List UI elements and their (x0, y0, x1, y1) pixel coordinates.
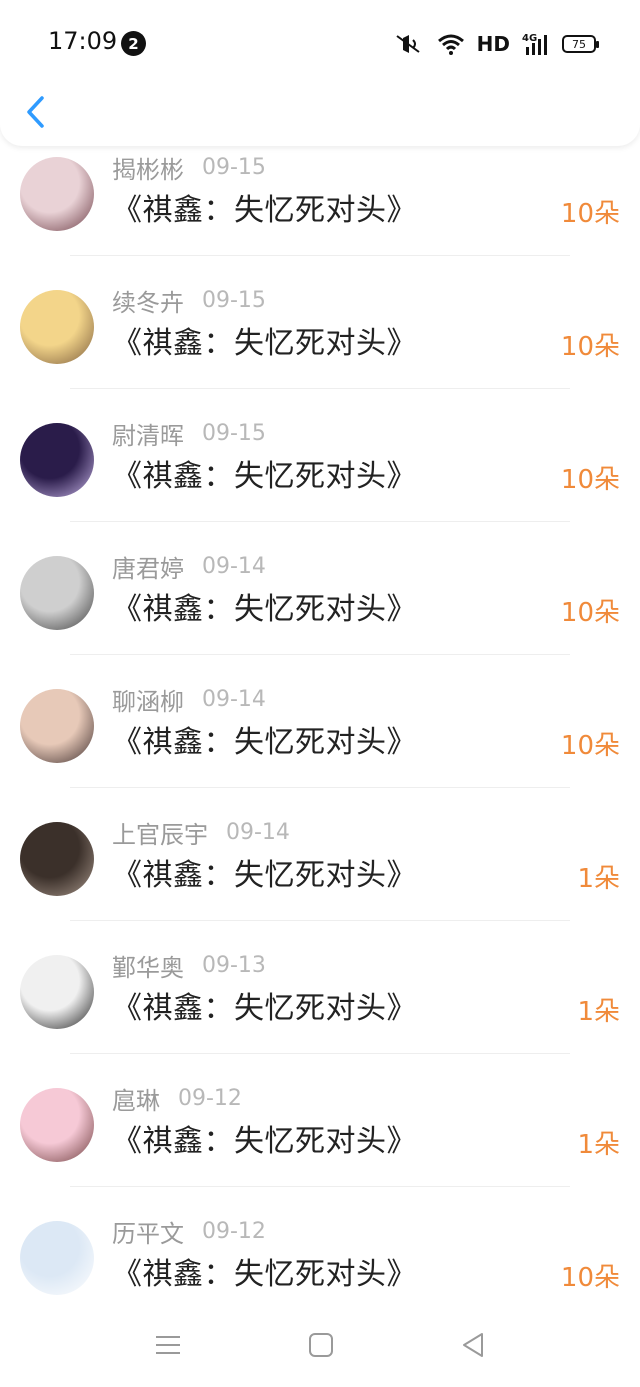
list-item[interactable]: 聊涵柳 09-14 《祺鑫：失忆死对头》 10朵 (0, 687, 640, 822)
divider (70, 1186, 570, 1187)
date-label: 09-14 (202, 686, 266, 712)
book-title: 《祺鑫：失忆死对头》 (112, 1257, 417, 1292)
book-title: 《祺鑫：失忆死对头》 (112, 991, 417, 1026)
svg-text:4G: 4G (522, 33, 537, 44)
gift-amount: 10朵 (560, 598, 620, 628)
user-name: 续冬卉 (112, 288, 184, 317)
user-name: 鄞华奥 (112, 953, 184, 982)
list-item[interactable]: 尉清晖 09-15 《祺鑫：失忆死对头》 10朵 (0, 421, 640, 556)
divider (70, 654, 570, 655)
home-square-icon[interactable] (306, 1330, 336, 1360)
gift-amount: 1朵 (577, 1130, 620, 1160)
list-item[interactable]: 鄞华奥 09-13 《祺鑫：失忆死对头》 1朵 (0, 953, 640, 1088)
user-name: 唐君婷 (112, 554, 184, 583)
user-name: 聊涵柳 (112, 687, 184, 716)
divider (70, 920, 570, 921)
signal-4g-icon: 4G (522, 33, 547, 55)
book-title: 《祺鑫：失忆死对头》 (112, 1124, 417, 1159)
book-title: 《祺鑫：失忆死对头》 (112, 858, 417, 893)
date-label: 09-14 (202, 553, 266, 579)
gift-amount: 10朵 (560, 465, 620, 495)
book-title: 《祺鑫：失忆死对头》 (112, 592, 417, 627)
name-line: 尉清晖 09-15 (112, 413, 266, 453)
back-triangle-icon[interactable] (458, 1330, 488, 1360)
avatar[interactable] (20, 1221, 94, 1295)
system-nav-bar (0, 1300, 640, 1387)
avatar[interactable] (20, 1088, 94, 1162)
user-name: 历平文 (112, 1219, 184, 1248)
divider (70, 1053, 570, 1054)
name-line: 揭彬彬 09-15 (112, 147, 266, 187)
list-item[interactable]: 唐君婷 09-14 《祺鑫：失忆死对头》 10朵 (0, 554, 640, 689)
name-line: 历平文 09-12 (112, 1211, 266, 1251)
gift-amount: 10朵 (560, 1263, 620, 1293)
user-name: 揭彬彬 (112, 155, 184, 184)
network-hd-label: HD (476, 32, 510, 56)
list-item[interactable]: 上官辰宇 09-14 《祺鑫：失忆死对头》 1朵 (0, 820, 640, 955)
avatar[interactable] (20, 157, 94, 231)
user-name: 尉清晖 (112, 421, 184, 450)
top-bar: 17:09 2 HD 4G 75 (0, 0, 640, 146)
book-title: 《祺鑫：失忆死对头》 (112, 459, 417, 494)
name-line: 聊涵柳 09-14 (112, 679, 266, 719)
wifi-icon (437, 34, 464, 55)
back-chevron-icon[interactable] (20, 92, 50, 132)
list-item[interactable]: 揭彬彬 09-15 《祺鑫：失忆死对头》 10朵 (0, 155, 640, 290)
name-line: 唐君婷 09-14 (112, 546, 266, 586)
user-name: 上官辰宇 (112, 820, 208, 849)
date-label: 09-12 (202, 1218, 266, 1244)
date-label: 09-15 (202, 287, 266, 313)
list-item[interactable]: 扈琳 09-12 《祺鑫：失忆死对头》 1朵 (0, 1086, 640, 1221)
book-title: 《祺鑫：失忆死对头》 (112, 193, 417, 228)
book-title: 《祺鑫：失忆死对头》 (112, 326, 417, 361)
name-line: 扈琳 09-12 (112, 1078, 242, 1118)
avatar[interactable] (20, 955, 94, 1029)
gift-list: 揭彬彬 09-15 《祺鑫：失忆死对头》 10朵 续冬卉 09-15 《祺鑫：失忆死对头》 1… (0, 0, 640, 1300)
date-label: 09-14 (226, 819, 290, 845)
gift-amount: 10朵 (560, 332, 620, 362)
status-time: 17:09 (48, 27, 118, 55)
divider (70, 255, 570, 256)
divider (70, 388, 570, 389)
date-label: 09-12 (178, 1085, 242, 1111)
name-line: 鄞华奥 09-13 (112, 945, 266, 985)
avatar[interactable] (20, 822, 94, 896)
menu-icon[interactable] (153, 1330, 183, 1360)
date-label: 09-15 (202, 420, 266, 446)
gift-amount: 1朵 (577, 864, 620, 894)
avatar[interactable] (20, 423, 94, 497)
name-line: 续冬卉 09-15 (112, 280, 266, 320)
avatar[interactable] (20, 290, 94, 364)
avatar[interactable] (20, 556, 94, 630)
divider (70, 521, 570, 522)
battery-icon: 75 (562, 35, 599, 53)
book-title: 《祺鑫：失忆死对头》 (112, 725, 417, 760)
name-line: 上官辰宇 09-14 (112, 812, 290, 852)
list-item[interactable]: 续冬卉 09-15 《祺鑫：失忆死对头》 10朵 (0, 288, 640, 423)
avatar[interactable] (20, 689, 94, 763)
user-name: 扈琳 (112, 1086, 160, 1115)
notification-badge: 2 (121, 31, 146, 56)
date-label: 09-13 (202, 952, 266, 978)
list-item[interactable]: 历平文 09-12 《祺鑫：失忆死对头》 10朵 (0, 1219, 640, 1300)
gift-amount: 10朵 (560, 199, 620, 229)
gift-amount: 10朵 (560, 731, 620, 761)
system-icons: HD 4G 75 (393, 28, 599, 60)
divider (70, 787, 570, 788)
mute-icon (396, 35, 420, 53)
gift-amount: 1朵 (577, 997, 620, 1027)
date-label: 09-15 (202, 154, 266, 180)
